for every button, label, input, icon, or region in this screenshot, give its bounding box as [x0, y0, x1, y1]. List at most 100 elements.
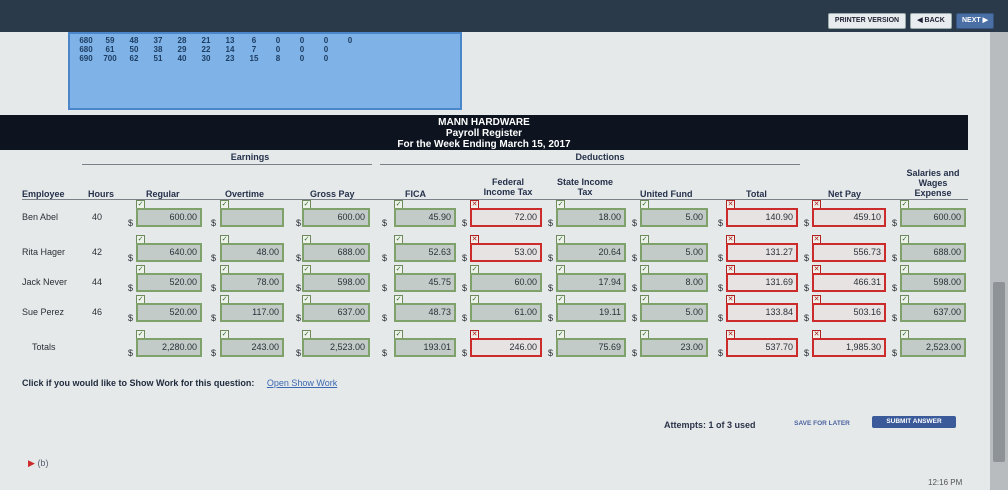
hours-value: 40 [92, 212, 103, 222]
previous-table-value: 50 [129, 45, 139, 54]
previous-table-column: 48 50 62 [126, 36, 142, 63]
state-input[interactable]: 75.69 [556, 338, 626, 357]
currency-symbol: $ [632, 348, 638, 358]
report-title: Payroll Register [445, 128, 523, 139]
overtime-input[interactable] [220, 208, 284, 227]
attempts-label: Attempts: 1 of 3 used [664, 420, 756, 430]
previous-table-value: 680 [79, 36, 93, 45]
net-input[interactable]: 466.31 [812, 273, 886, 292]
currency-symbol: $ [211, 283, 217, 293]
total-input[interactable]: 133.84 [726, 303, 798, 322]
col-salaries: Salaries and Wages Expense [906, 168, 960, 198]
regular-input[interactable]: 600.00 [136, 208, 202, 227]
next-button[interactable]: NEXT ▶ [956, 13, 994, 29]
expand-arrow-icon: ▶ [28, 458, 35, 468]
state-input[interactable]: 18.00 [556, 208, 626, 227]
currency-symbol: $ [548, 313, 554, 323]
fund-input[interactable]: 5.00 [640, 303, 708, 322]
top-bar: PRINTER VERSION ◀ BACK NEXT ▶ [0, 0, 1008, 32]
gross-input[interactable]: 637.00 [302, 303, 370, 322]
fica-input[interactable]: 48.73 [394, 303, 456, 322]
previous-table-value: 22 [201, 45, 211, 54]
header-underline [22, 199, 968, 200]
employee-name: Totals [32, 342, 56, 352]
submit-answer-button[interactable]: SUBMIT ANSWER [872, 416, 956, 428]
scrollbar[interactable] [990, 32, 1008, 490]
currency-symbol: $ [892, 283, 898, 293]
federal-input[interactable]: 53.00 [470, 243, 542, 262]
fica-input[interactable]: 52.63 [394, 243, 456, 262]
total-input[interactable]: 131.27 [726, 243, 798, 262]
fica-input[interactable]: 193.01 [394, 338, 456, 357]
net-input[interactable]: 1,985.30 [812, 338, 886, 357]
overtime-input[interactable]: 78.00 [220, 273, 284, 292]
col-overtime: Overtime [225, 189, 265, 199]
overtime-input[interactable]: 117.00 [220, 303, 284, 322]
gross-input[interactable]: 688.00 [302, 243, 370, 262]
regular-input[interactable]: 520.00 [136, 273, 202, 292]
federal-input[interactable]: 60.00 [470, 273, 542, 292]
gross-input[interactable]: 600.00 [302, 208, 370, 227]
previous-table-value: 0 [299, 54, 305, 63]
net-input[interactable]: 459.10 [812, 208, 886, 227]
previous-table-column: 6 7 15 [246, 36, 262, 63]
part-b-toggle[interactable]: ▶ (b) [28, 458, 48, 469]
salaries-input[interactable]: 2,523.00 [900, 338, 966, 357]
open-show-work-link[interactable]: Open Show Work [267, 378, 337, 388]
previous-table-column: 680 680 690 [78, 36, 94, 63]
regular-input[interactable]: 640.00 [136, 243, 202, 262]
state-input[interactable]: 20.64 [556, 243, 626, 262]
previous-table-value: 0 [275, 36, 281, 45]
clock: 12:16 PM [928, 478, 963, 487]
previous-table-value: 23 [225, 54, 235, 63]
net-input[interactable]: 503.16 [812, 303, 886, 322]
net-input[interactable]: 556.73 [812, 243, 886, 262]
currency-symbol: $ [804, 348, 810, 358]
salaries-input[interactable]: 600.00 [900, 208, 966, 227]
scrollbar-thumb[interactable] [993, 282, 1005, 462]
previous-table-column: 59 61 700 [102, 36, 118, 63]
state-input[interactable]: 17.94 [556, 273, 626, 292]
currency-symbol: $ [211, 313, 217, 323]
total-input[interactable]: 537.70 [726, 338, 798, 357]
currency-symbol: $ [296, 313, 302, 323]
previous-table-value: 0 [299, 36, 305, 45]
regular-input[interactable]: 520.00 [136, 303, 202, 322]
printer-version-button[interactable]: PRINTER VERSION [828, 13, 906, 29]
currency-symbol: $ [462, 253, 468, 263]
fica-input[interactable]: 45.90 [394, 208, 456, 227]
previous-table-value: 680 [79, 45, 93, 54]
currency-symbol: $ [632, 313, 638, 323]
fund-input[interactable]: 5.00 [640, 243, 708, 262]
previous-table-value: 29 [177, 45, 187, 54]
fund-input[interactable]: 8.00 [640, 273, 708, 292]
fund-input[interactable]: 23.00 [640, 338, 708, 357]
back-button[interactable]: ◀ BACK [910, 13, 952, 29]
state-input[interactable]: 19.11 [556, 303, 626, 322]
federal-input[interactable]: 72.00 [470, 208, 542, 227]
gross-input[interactable]: 598.00 [302, 273, 370, 292]
overtime-input[interactable]: 48.00 [220, 243, 284, 262]
fund-input[interactable]: 5.00 [640, 208, 708, 227]
total-input[interactable]: 131.69 [726, 273, 798, 292]
gross-input[interactable]: 2,523.00 [302, 338, 370, 357]
save-for-later-button[interactable]: SAVE FOR LATER [790, 418, 854, 430]
total-input[interactable]: 140.90 [726, 208, 798, 227]
previous-table-column: 28 29 40 [174, 36, 190, 63]
currency-symbol: $ [382, 313, 388, 323]
salaries-input[interactable]: 688.00 [900, 243, 966, 262]
federal-input[interactable]: 246.00 [470, 338, 542, 357]
currency-symbol: $ [382, 218, 388, 228]
federal-input[interactable]: 61.00 [470, 303, 542, 322]
salaries-input[interactable]: 598.00 [900, 273, 966, 292]
col-employee: Employee [22, 189, 65, 199]
deductions-underline [380, 164, 800, 165]
report-period: For the Week Ending March 15, 2017 [397, 139, 571, 150]
currency-symbol: $ [804, 253, 810, 263]
fica-input[interactable]: 45.75 [394, 273, 456, 292]
regular-input[interactable]: 2,280.00 [136, 338, 202, 357]
previous-table-column: 000 [318, 36, 334, 63]
salaries-input[interactable]: 637.00 [900, 303, 966, 322]
overtime-input[interactable]: 243.00 [220, 338, 284, 357]
previous-table-value: 21 [201, 36, 211, 45]
